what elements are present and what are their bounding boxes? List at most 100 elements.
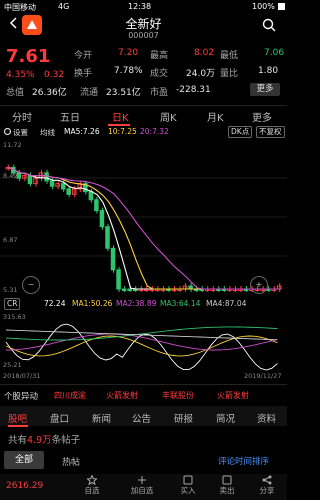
zoom-in-button[interactable]: + xyxy=(250,276,268,294)
battery-icon xyxy=(278,3,285,10)
tab-research[interactable]: 研报 xyxy=(174,411,193,425)
stat-label: 总值 xyxy=(6,88,25,98)
stat-label: 成交 xyxy=(150,69,169,79)
kline-chart[interactable] xyxy=(0,139,287,295)
tab-news[interactable]: 新闻 xyxy=(92,411,111,425)
cr-ma2-line xyxy=(5,333,278,351)
ma-toolbar: 设置 均线 MA5:7.26 10:7.25 20:7.32 DK点 不复权 xyxy=(0,126,287,138)
stat-label: 换手 xyxy=(74,69,93,79)
share-icon[interactable] xyxy=(262,475,272,485)
signal-item[interactable]: 火箭发射 xyxy=(217,390,249,401)
zoom-out-button[interactable]: − xyxy=(22,276,40,294)
more-stats-button[interactable]: 更多 xyxy=(250,83,280,96)
signal-item[interactable]: 四川成渝 xyxy=(54,390,86,401)
stat-value: 26.36亿 xyxy=(32,88,67,98)
stat-value: -228.31 xyxy=(176,85,211,95)
tab-profile[interactable]: 简况 xyxy=(216,411,235,425)
sell-icon[interactable] xyxy=(222,475,232,485)
stat-label: 量比 xyxy=(220,69,239,79)
price-axis-label: 6.87 xyxy=(3,236,18,244)
change-percent: 4.35% xyxy=(6,70,35,80)
stock-header: 全新好 000007 xyxy=(0,14,287,44)
signal-item[interactable]: 丰联股份 xyxy=(162,390,194,401)
cr-chart[interactable] xyxy=(0,312,287,372)
buy-button[interactable]: 买入 xyxy=(172,485,204,496)
change-amount: 0.32 xyxy=(44,70,65,80)
candle xyxy=(44,172,49,182)
tab-announcements[interactable]: 公告 xyxy=(132,411,151,425)
ma20-line xyxy=(8,166,281,290)
stock-name: 全新好 xyxy=(125,17,162,31)
tab-five-day[interactable]: 五日 xyxy=(60,109,80,124)
stat-value: 23.51亿 xyxy=(106,88,141,98)
candle xyxy=(110,247,116,271)
news-tabs: 股吧 盘口 新闻 公告 研报 简况 资料 xyxy=(0,406,287,426)
carrier: 中国移动 xyxy=(4,3,36,12)
tab-forum[interactable]: 股吧 xyxy=(8,411,27,425)
date-start: 2018/07/31 xyxy=(3,372,41,380)
ma-label: 均线 xyxy=(40,128,55,137)
sort-dropdown[interactable]: 评论时间排序 xyxy=(218,455,269,467)
ma5-line xyxy=(8,166,281,290)
battery-level: 100% xyxy=(252,2,275,11)
indicator-header: CR 72.24 MA1:50.26 MA2:38.89 MA3:64.14 M… xyxy=(0,298,287,310)
news-tab-indicator xyxy=(8,425,28,427)
tab-more[interactable]: 更多 xyxy=(252,109,272,124)
network: 4G xyxy=(58,2,70,11)
filter-hot-button[interactable]: 热帖 xyxy=(62,455,80,468)
candle xyxy=(16,172,22,179)
post-count: 共有4.9万条帖子 xyxy=(8,435,81,446)
stat-label: 最低 xyxy=(220,51,239,61)
search-icon[interactable] xyxy=(262,18,276,32)
star-icon[interactable] xyxy=(87,475,97,485)
stat-label: 今开 xyxy=(74,51,93,61)
stock-code: 000007 xyxy=(128,31,159,40)
tab-data[interactable]: 资料 xyxy=(257,411,276,425)
candle xyxy=(60,183,66,190)
cr-ma4-line xyxy=(5,329,278,341)
tab-intraday[interactable]: 分时 xyxy=(12,109,32,124)
dk-point-button[interactable]: DK点 xyxy=(228,126,253,138)
cr-ma3: MA3:64.14 xyxy=(160,299,201,308)
price-axis-label: 8.42 xyxy=(3,172,18,180)
quote-panel: 7.61 4.35% 0.32 今开 7.20 最高 8.02 最低 7.06 … xyxy=(0,46,287,104)
tab-monthly-k[interactable]: 月K xyxy=(207,109,224,124)
cr-axis-bottom: 25.21 xyxy=(3,361,22,369)
candle xyxy=(88,191,94,201)
filter-all-button[interactable]: 全部 xyxy=(4,451,44,469)
tab-order-book[interactable]: 盘口 xyxy=(50,411,69,425)
tab-weekly-k[interactable]: 周K xyxy=(160,109,177,124)
index-value: 2616.29 xyxy=(6,481,44,491)
candle xyxy=(127,288,132,291)
settings-label[interactable]: 设置 xyxy=(13,127,28,138)
buy-icon[interactable] xyxy=(183,475,193,485)
cr-axis-top: 315.63 xyxy=(3,313,26,321)
candle xyxy=(105,226,110,249)
stat-label: 市盈 xyxy=(150,88,169,98)
cr-ma4: MA4:87.04 xyxy=(206,299,247,308)
current-price: 7.61 xyxy=(6,46,51,67)
stat-value: 7.20 xyxy=(118,48,139,58)
bottom-bar: 2616.29 自选 加自选 买入 卖出 分享 xyxy=(0,474,287,500)
status-bar: 中国移动 4G 12:38 100% xyxy=(0,0,287,14)
adjust-mode-button[interactable]: 不复权 xyxy=(256,126,285,138)
add-icon[interactable] xyxy=(137,475,147,485)
signal-item[interactable]: 火箭发射 xyxy=(106,390,138,401)
add-watchlist-button[interactable]: 加自选 xyxy=(126,485,158,496)
watchlist-button[interactable]: 自选 xyxy=(76,485,108,496)
cr-ma2: MA2:38.89 xyxy=(116,299,157,308)
indicator-switch[interactable]: CR xyxy=(4,298,21,310)
stat-value: 1.80 xyxy=(258,66,279,76)
ma5-value: MA5:7.26 xyxy=(64,127,100,136)
gear-icon[interactable] xyxy=(3,127,12,136)
post-count-value: 4.9万 xyxy=(27,435,52,446)
sell-button[interactable]: 卖出 xyxy=(211,485,243,496)
stat-label: 最高 xyxy=(150,51,169,61)
candle xyxy=(49,180,55,187)
clock: 12:38 xyxy=(128,2,152,11)
share-button[interactable]: 分享 xyxy=(251,485,283,496)
post-filter: 全部 热帖 评论时间排序 xyxy=(0,451,287,469)
candle xyxy=(66,188,71,195)
tab-daily-k[interactable]: 日K xyxy=(112,109,129,124)
stat-value: 8.02 xyxy=(194,48,215,58)
